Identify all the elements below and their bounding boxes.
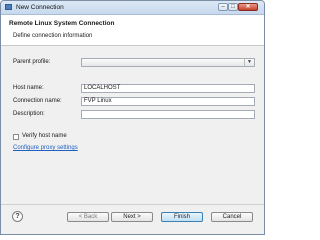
verify-host-label: Verify host name bbox=[22, 133, 67, 139]
configure-proxy-link[interactable]: Configure proxy settings bbox=[13, 145, 78, 151]
wizard-description: Define connection information bbox=[13, 33, 93, 39]
chevron-down-icon[interactable]: ▼ bbox=[244, 59, 254, 66]
parent-profile-label: Parent profile: bbox=[13, 59, 51, 65]
help-icon[interactable]: ? bbox=[12, 211, 23, 222]
minimize-button[interactable]: – bbox=[218, 3, 228, 11]
host-name-label: Host name: bbox=[13, 85, 44, 91]
cancel-button[interactable]: Cancel bbox=[211, 212, 253, 222]
connection-name-label: Connection name: bbox=[13, 98, 62, 104]
connection-name-input[interactable]: FVP Linux bbox=[81, 97, 255, 106]
close-button[interactable]: ✕ bbox=[238, 3, 258, 11]
window-title: New Connection bbox=[16, 4, 64, 11]
title-bar: New Connection – □ ✕ bbox=[1, 1, 264, 15]
next-button[interactable]: Next > bbox=[111, 212, 153, 222]
parent-profile-combo[interactable]: ▼ bbox=[81, 58, 255, 67]
wizard-title: Remote Linux System Connection bbox=[9, 20, 115, 27]
wizard-header: Remote Linux System Connection Define co… bbox=[1, 15, 264, 46]
new-connection-dialog: New Connection – □ ✕ Remote Linux System… bbox=[0, 0, 265, 235]
maximize-button[interactable]: □ bbox=[228, 3, 238, 11]
finish-button[interactable]: Finish bbox=[161, 212, 203, 222]
app-icon bbox=[5, 4, 12, 10]
description-label: Description: bbox=[13, 111, 45, 117]
back-button[interactable]: < Back bbox=[67, 212, 109, 222]
description-input[interactable] bbox=[81, 110, 255, 119]
host-name-input[interactable]: LOCALHOST bbox=[81, 84, 255, 93]
footer-separator bbox=[1, 204, 264, 205]
verify-host-checkbox[interactable] bbox=[13, 134, 19, 140]
